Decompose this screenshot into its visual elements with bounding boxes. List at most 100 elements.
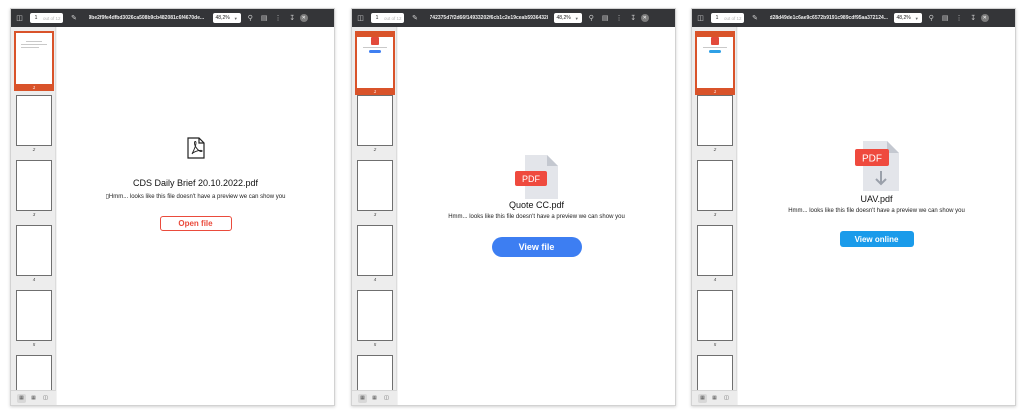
attachments-view-icon[interactable]: ◫ bbox=[722, 394, 731, 403]
thumbnail-image bbox=[16, 95, 52, 146]
thumbnail-image bbox=[697, 160, 733, 211]
view-online-button[interactable]: View online bbox=[839, 231, 914, 247]
thumbnail-label: 2 bbox=[32, 147, 36, 152]
pdf-viewer-window-1: ◫ 1 out of 12 ✎ 9be2f9fe4dfbd3026ca508b9… bbox=[10, 8, 335, 406]
thumbnail-label: 4 bbox=[373, 277, 377, 282]
page-number-field[interactable]: 1 out of 12 bbox=[30, 13, 63, 23]
zoom-select[interactable]: 48,2% ▼ bbox=[553, 13, 582, 23]
page-thumbnail[interactable]: 2 bbox=[357, 95, 393, 152]
thumbnail-label: 2 bbox=[713, 147, 717, 152]
page-thumbnail[interactable]: 3 bbox=[357, 160, 393, 217]
pdf-viewer-window-2: ◫ 1 out of 12 ✎ 742375d7f2d66f14933202f6… bbox=[351, 8, 676, 406]
close-icon[interactable]: ✕ bbox=[299, 14, 308, 22]
page-of-total: out of 12 bbox=[384, 15, 402, 21]
thumbnail-image bbox=[16, 160, 52, 211]
thumbnails-view-icon[interactable]: ▦ bbox=[358, 393, 367, 403]
thumbnail-image bbox=[697, 225, 733, 276]
page-thumbnail[interactable]: 1 bbox=[14, 31, 54, 91]
outline-view-icon[interactable]: ▦ bbox=[370, 394, 379, 403]
page-thumbnail[interactable]: 3 bbox=[16, 160, 52, 217]
more-menu-icon[interactable]: ⋮ bbox=[615, 14, 624, 23]
thumbnail-label: 5 bbox=[32, 342, 36, 347]
page-of-total: out of 12 bbox=[43, 15, 61, 21]
print-icon[interactable]: ▤ bbox=[601, 14, 610, 23]
preview-file-name: Quote CC.pdf bbox=[508, 200, 565, 210]
thumbnail-label: 5 bbox=[373, 342, 377, 347]
attachments-view-icon[interactable]: ◫ bbox=[41, 394, 50, 403]
thumbnail-label: 4 bbox=[32, 277, 36, 282]
pdf-viewer-window-3: ◫ 1 out of 12 ✎ d28d49de1c6ae9c6572b9191… bbox=[691, 8, 1016, 406]
page-thumbnail[interactable]: 2 bbox=[16, 95, 52, 152]
no-preview-message: Hmm... looks like this file doesn't have… bbox=[448, 214, 625, 220]
page-number-field[interactable]: 1 out of 12 bbox=[711, 13, 744, 23]
page-thumbnail[interactable]: 1 bbox=[355, 31, 395, 95]
draw-pen-icon[interactable]: ✎ bbox=[411, 14, 420, 23]
pdf-badge-text: PDF bbox=[862, 154, 882, 165]
zoom-select[interactable]: 48,2% ▼ bbox=[893, 13, 922, 23]
pdf-file-icon: PDF bbox=[514, 155, 558, 199]
download-icon[interactable]: ↧ bbox=[288, 14, 297, 23]
sidebar-toggle-icon[interactable]: ◫ bbox=[356, 14, 365, 23]
thumbnail-label: 1 bbox=[373, 89, 377, 94]
thumbnail-label: 4 bbox=[713, 277, 717, 282]
sidebar-toggle-icon[interactable]: ◫ bbox=[15, 14, 24, 23]
zoom-select[interactable]: 48,2% ▼ bbox=[212, 13, 241, 23]
sidebar-view-switcher: ▦ ▦ ◫ bbox=[352, 390, 397, 405]
page-number-field[interactable]: 1 out of 12 bbox=[371, 13, 404, 23]
page-thumbnail[interactable]: 2 bbox=[697, 95, 733, 152]
sidebar-toggle-icon[interactable]: ◫ bbox=[696, 14, 705, 23]
preview-area: PDF Quote CC.pdf Hmm... looks like this … bbox=[398, 27, 675, 405]
page-thumbnail[interactable]: 5 bbox=[16, 290, 52, 347]
chevron-down-icon: ▼ bbox=[233, 15, 238, 21]
open-file-button[interactable]: Open file bbox=[159, 216, 232, 231]
thumbnails-view-icon[interactable]: ▦ bbox=[698, 393, 707, 403]
download-icon[interactable]: ↧ bbox=[629, 14, 638, 23]
thumbnail-label: 1 bbox=[713, 89, 717, 94]
search-icon[interactable]: ⚲ bbox=[587, 14, 596, 23]
thumbnail-image bbox=[16, 290, 52, 341]
sidebar-view-switcher: ▦ ▦ ◫ bbox=[11, 390, 56, 405]
draw-pen-icon[interactable]: ✎ bbox=[70, 14, 79, 23]
page-thumbnail[interactable]: 1 bbox=[695, 31, 735, 95]
outline-view-icon[interactable]: ▦ bbox=[710, 394, 719, 403]
file-name-title: 9be2f9fe4dfbd3026ca508b9cb482081c6f4670d… bbox=[88, 15, 205, 21]
thumbnail-image bbox=[697, 95, 733, 146]
page-thumbnail[interactable]: 4 bbox=[357, 225, 393, 282]
thumbnail-label: 3 bbox=[713, 212, 717, 217]
page-thumbnail[interactable]: 5 bbox=[357, 290, 393, 347]
pdf-badge-text: PDF bbox=[522, 174, 541, 184]
close-icon[interactable]: ✕ bbox=[640, 14, 649, 22]
thumbnail-image bbox=[357, 37, 393, 88]
close-icon[interactable]: ✕ bbox=[980, 14, 989, 22]
thumbnail-image bbox=[16, 225, 52, 276]
thumbnails-view-icon[interactable]: ▦ bbox=[17, 393, 26, 403]
more-menu-icon[interactable]: ⋮ bbox=[955, 14, 964, 23]
more-menu-icon[interactable]: ⋮ bbox=[274, 14, 283, 23]
thumbnail-image bbox=[697, 290, 733, 341]
page-thumbnail[interactable]: 5 bbox=[697, 290, 733, 347]
zoom-value: 48,2% bbox=[896, 15, 911, 21]
page-current[interactable]: 1 bbox=[373, 15, 381, 21]
page-current[interactable]: 1 bbox=[713, 15, 721, 21]
draw-pen-icon[interactable]: ✎ bbox=[751, 14, 760, 23]
search-icon[interactable]: ⚲ bbox=[927, 14, 936, 23]
page-current[interactable]: 1 bbox=[32, 15, 40, 21]
preview-area: CDS Daily Brief 20.10.2022.pdf ▯Hmm... l… bbox=[57, 27, 334, 405]
preview-file-name: CDS Daily Brief 20.10.2022.pdf bbox=[132, 178, 259, 188]
thumbnail-image bbox=[697, 37, 733, 88]
page-thumbnail[interactable]: 3 bbox=[697, 160, 733, 217]
search-icon[interactable]: ⚲ bbox=[246, 14, 255, 23]
page-thumbnail[interactable]: 4 bbox=[16, 225, 52, 282]
file-name-title: d28d49de1c6ae9c6572b9191c989cdf95aa37212… bbox=[769, 15, 888, 21]
thumbnail-label: 3 bbox=[32, 212, 36, 217]
zoom-value: 48,2% bbox=[215, 15, 230, 21]
view-file-button[interactable]: View file bbox=[491, 237, 582, 257]
page-thumbnail[interactable]: 4 bbox=[697, 225, 733, 282]
download-icon[interactable]: ↧ bbox=[969, 14, 978, 23]
thumbnail-image bbox=[357, 95, 393, 146]
zoom-value: 48,2% bbox=[556, 15, 571, 21]
attachments-view-icon[interactable]: ◫ bbox=[382, 394, 391, 403]
print-icon[interactable]: ▤ bbox=[260, 14, 269, 23]
outline-view-icon[interactable]: ▦ bbox=[29, 394, 38, 403]
print-icon[interactable]: ▤ bbox=[941, 14, 950, 23]
